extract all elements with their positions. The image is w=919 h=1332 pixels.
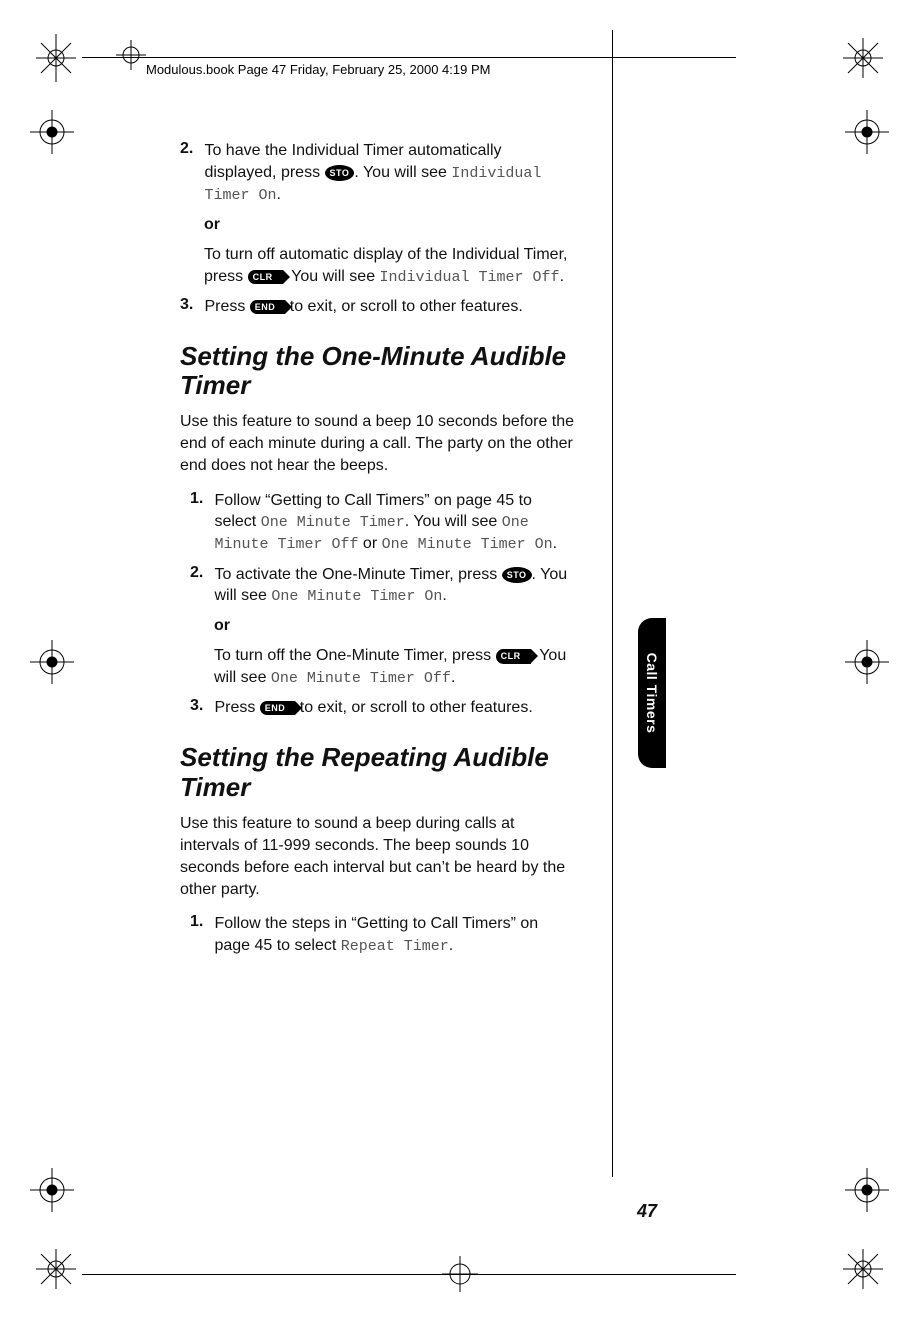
- body-text: To activate the One-Minute Timer, press: [214, 566, 501, 583]
- display-output: One Minute Timer On: [382, 536, 553, 553]
- list-number: 3.: [190, 697, 210, 715]
- registration-mark-icon: [845, 110, 889, 154]
- registration-mark-icon: [839, 34, 887, 87]
- header-crop-info: Modulous.book Page 47 Friday, February 2…: [146, 62, 490, 77]
- body-text: to exit, or scroll to other features.: [290, 298, 523, 315]
- body-text: Press: [214, 699, 259, 716]
- list-item: 2. To have the Individual Timer automati…: [180, 140, 578, 206]
- display-output: One Minute Timer Off: [271, 670, 451, 687]
- list-item: 1. Follow “Getting to Call Timers” on pa…: [190, 490, 578, 556]
- list-item: 3. Press END to exit, or scroll to other…: [180, 296, 578, 318]
- list-number: 2.: [180, 140, 200, 158]
- body-text: .: [553, 535, 557, 552]
- body-text: .: [449, 937, 453, 954]
- body-paragraph: Use this feature to sound a beep 10 seco…: [180, 411, 578, 477]
- list-number: 2.: [190, 564, 210, 582]
- sto-key-icon: STO: [325, 165, 355, 181]
- body-text: to exit, or scroll to other features.: [300, 699, 533, 716]
- crop-tick-icon: [116, 40, 146, 70]
- body-text: Press: [204, 298, 249, 315]
- list-number: 3.: [180, 296, 200, 314]
- body-text: . You will see: [354, 164, 451, 181]
- section-tab-label: Call Timers: [644, 653, 660, 734]
- body-text: . You will see: [283, 268, 380, 285]
- body-paragraph: Use this feature to sound a beep during …: [180, 813, 578, 901]
- display-output: Individual Timer Off: [380, 269, 560, 286]
- crop-line: [82, 1274, 736, 1275]
- text-column: 2. To have the Individual Timer automati…: [180, 140, 578, 963]
- registration-mark-icon: [845, 1168, 889, 1212]
- or-separator: or: [214, 617, 578, 635]
- display-output: Repeat Timer: [341, 938, 449, 955]
- registration-mark-icon: [32, 1245, 80, 1298]
- body-text: To turn off the One-Minute Timer, press: [214, 647, 496, 664]
- document-page: Modulous.book Page 47 Friday, February 2…: [0, 0, 919, 1332]
- clr-key-icon: CLR: [496, 649, 531, 663]
- body-text: .: [276, 186, 280, 203]
- crop-line: [82, 57, 736, 58]
- body-text: .: [560, 268, 564, 285]
- body-text: . You will see: [405, 513, 502, 530]
- registration-mark-icon: [30, 110, 74, 154]
- display-output: One Minute Timer: [261, 514, 405, 531]
- list-number: 1.: [190, 913, 210, 931]
- body-text: .: [442, 587, 446, 604]
- registration-mark-icon: [30, 640, 74, 684]
- registration-mark-icon: [30, 1168, 74, 1212]
- list-item: 1. Follow the steps in “Getting to Call …: [190, 913, 578, 957]
- registration-mark-icon: [32, 34, 80, 87]
- registration-mark-icon: [845, 640, 889, 684]
- body-text: To turn off the One-Minute Timer, press …: [214, 645, 578, 689]
- display-output: One Minute Timer On: [271, 588, 442, 605]
- section-heading: Setting the One-Minute Audible Timer: [180, 342, 578, 402]
- end-key-icon: END: [250, 300, 286, 314]
- list-number: 1.: [190, 490, 210, 508]
- list-item: 3. Press END to exit, or scroll to other…: [190, 697, 578, 719]
- end-key-icon: END: [260, 701, 296, 715]
- registration-mark-icon: [839, 1245, 887, 1298]
- sto-key-icon: STO: [502, 567, 532, 583]
- body-text: or: [358, 535, 381, 552]
- body-text: .: [451, 669, 455, 686]
- or-separator: or: [204, 216, 578, 234]
- section-tab: Call Timers: [638, 618, 666, 768]
- page-number: 47: [637, 1201, 657, 1222]
- clr-key-icon: CLR: [248, 270, 283, 284]
- body-text: To turn off automatic display of the Ind…: [204, 244, 578, 288]
- page-divider: [612, 30, 613, 1177]
- list-item: 2. To activate the One-Minute Timer, pre…: [190, 564, 578, 608]
- section-heading: Setting the Repeating Audible Timer: [180, 743, 578, 803]
